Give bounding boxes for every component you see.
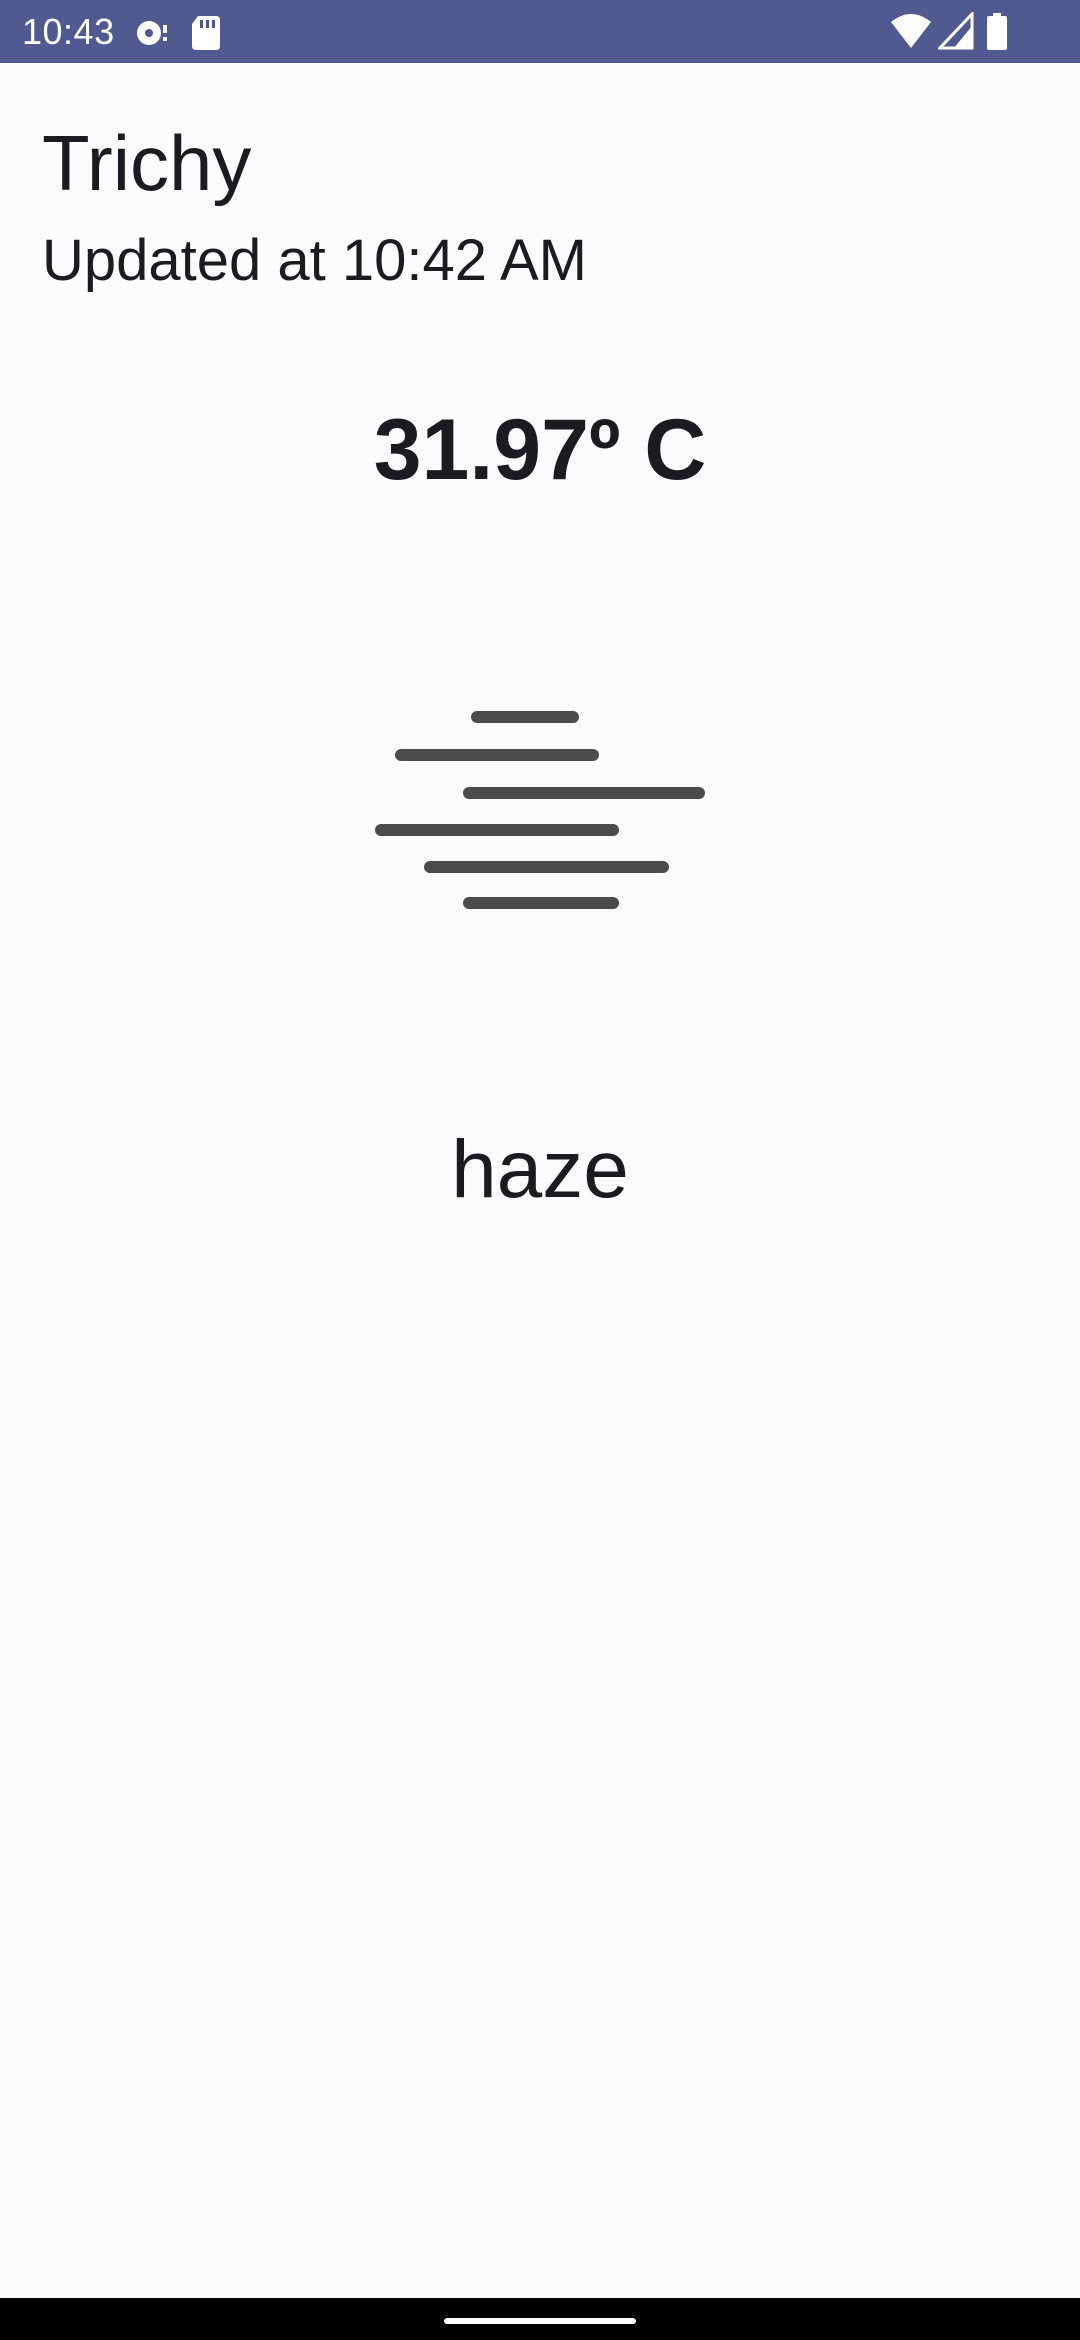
- battery-icon: [986, 12, 1008, 57]
- temperature: 31.97º C: [373, 402, 707, 498]
- wifi-icon: [890, 12, 932, 57]
- sync-icon: [132, 12, 172, 57]
- haze-icon: [370, 700, 710, 920]
- signal-icon: [936, 10, 974, 57]
- updated-time: Updated at 10:42 AM: [42, 228, 587, 293]
- weather-screen: 10:43 Trichy Updated at 10:42 AM 31.97º …: [0, 0, 1080, 2340]
- city-name: Trichy: [42, 119, 252, 207]
- navigation-bar: [0, 2298, 1080, 2340]
- status-time: 10:43: [22, 11, 115, 52]
- gesture-handle[interactable]: [444, 2318, 636, 2324]
- sd-card-icon: [190, 12, 222, 57]
- status-bar: 10:43: [0, 0, 1080, 63]
- weather-condition: haze: [451, 1124, 629, 1215]
